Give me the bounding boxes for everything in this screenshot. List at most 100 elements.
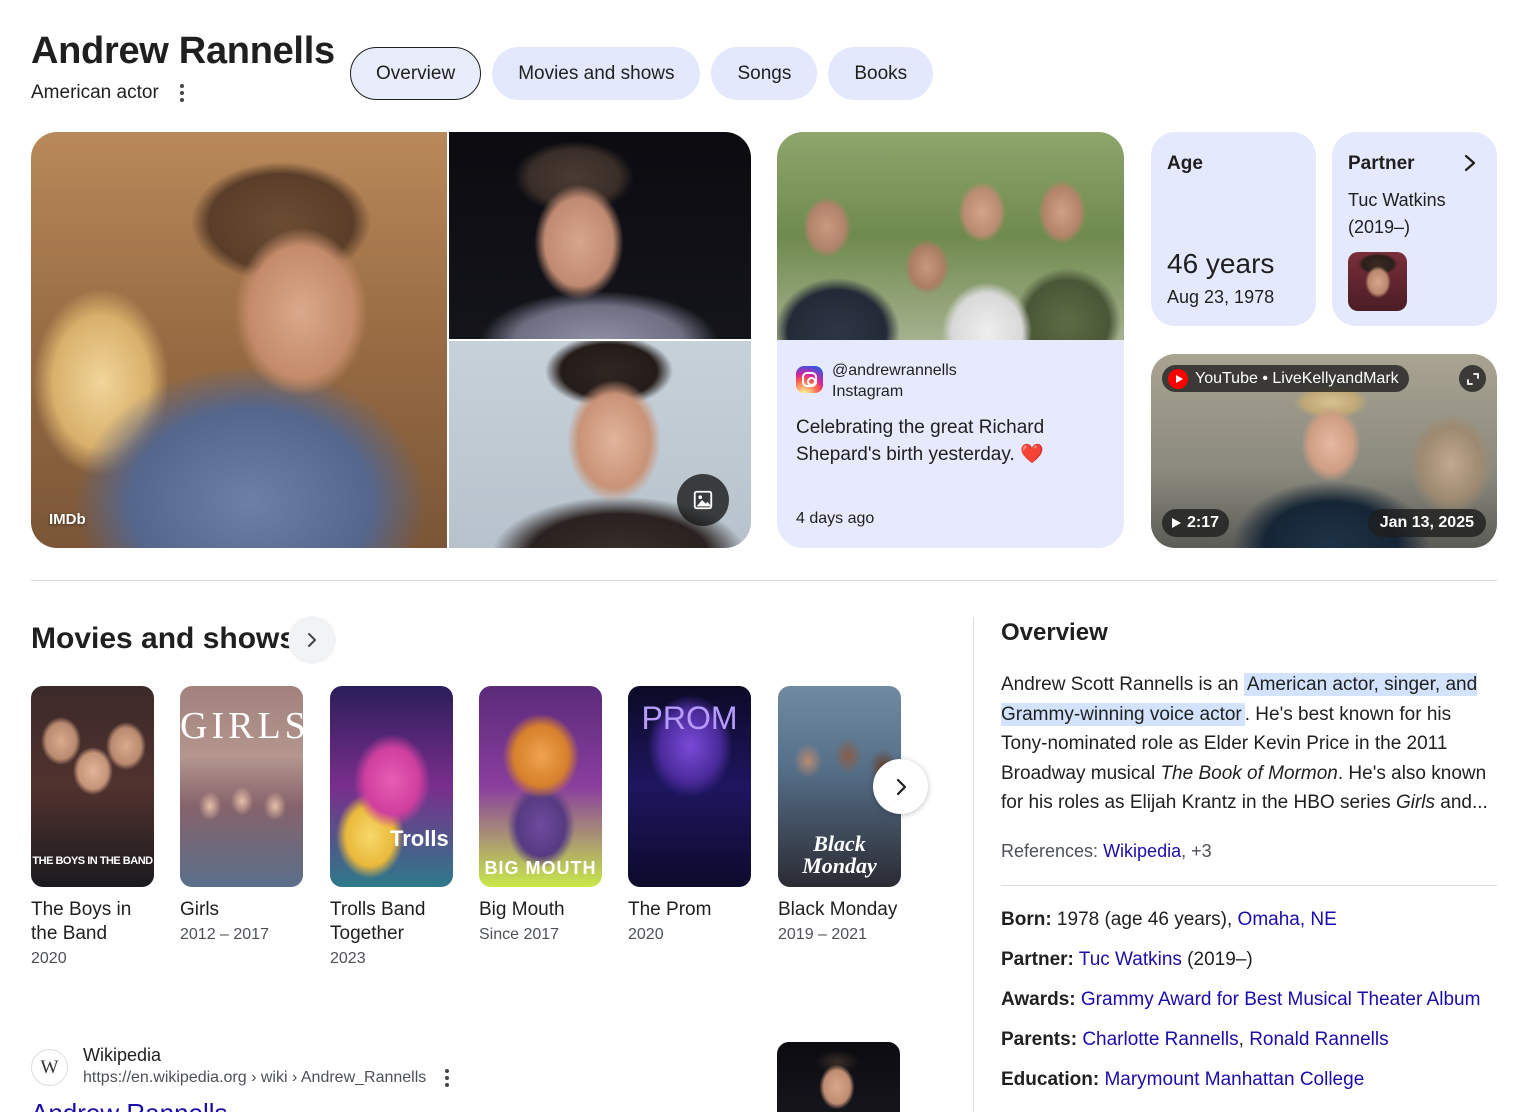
chevron-right-icon: [896, 778, 906, 795]
video-duration: 2:17: [1162, 509, 1230, 537]
fact-link-parent[interactable]: Charlotte Rannells: [1082, 1029, 1238, 1050]
fact-link-parent[interactable]: Ronald Rannells: [1249, 1029, 1388, 1050]
fact-education: Education: Marymount Manhattan College: [1001, 1069, 1364, 1091]
instagram-photo: [777, 132, 1124, 340]
instagram-post-text: Celebrating the great Richard Shepard's …: [796, 417, 1045, 465]
facts-divider: [1001, 885, 1497, 886]
fact-label: Education:: [1001, 1069, 1100, 1090]
movie-item[interactable]: THE BOYS IN THE BAND The Boys in the Ban…: [31, 686, 154, 968]
fact-link-partner[interactable]: Tuc Watkins: [1079, 949, 1182, 970]
movie-year: 2020: [628, 926, 664, 943]
movie-poster: PROM: [628, 686, 751, 887]
fact-parents: Parents: Charlotte Rannells, Ronald Rann…: [1001, 1029, 1389, 1051]
poster-title: Trolls: [390, 826, 449, 851]
fact-awards: Awards: Grammy Award for Best Musical Th…: [1001, 989, 1480, 1011]
expand-button[interactable]: [1459, 365, 1486, 392]
age-card[interactable]: Age 46 years Aug 23, 1978: [1151, 132, 1316, 326]
movie-poster: GIRLS: [180, 686, 303, 887]
tab-movies-and-shows[interactable]: Movies and shows: [492, 47, 701, 100]
movie-item[interactable]: Trolls Trolls Band Together 2023: [330, 686, 453, 968]
movie-item[interactable]: GIRLS Girls 2012 – 2017: [180, 686, 303, 944]
references: References: Wikipedia, +3: [1001, 841, 1212, 862]
partner-name: Tuc Watkins (2019–): [1348, 190, 1446, 237]
references-wikipedia-link[interactable]: Wikipedia: [1103, 841, 1181, 861]
movies-more-button[interactable]: [288, 616, 336, 664]
fact-link-award[interactable]: Grammy Award for Best Musical Theater Al…: [1081, 989, 1481, 1010]
movie-year: 2012 – 2017: [180, 926, 269, 943]
tab-songs[interactable]: Songs: [711, 47, 818, 100]
image-gallery-icon: [693, 490, 713, 510]
movie-year: 2020: [31, 950, 67, 967]
gallery-button[interactable]: [677, 474, 729, 526]
references-label: References:: [1001, 841, 1104, 861]
youtube-icon: [1168, 368, 1188, 389]
result-title-link[interactable]: Andrew Rannells: [31, 1098, 228, 1112]
fact-label: Partner:: [1001, 949, 1074, 970]
overview-title: Overview: [1001, 619, 1108, 646]
wikipedia-result-header[interactable]: W Wikipedia https://en.wikipedia.org › w…: [31, 1044, 452, 1090]
poster-title: GIRLS: [180, 705, 303, 747]
movie-item[interactable]: Black Monday Black Monday 2019 – 2021: [778, 686, 901, 944]
movie-year: 2023: [330, 950, 366, 967]
fact-label: Born:: [1001, 909, 1052, 930]
fact-label: Parents:: [1001, 1029, 1078, 1050]
partner-label: Partner: [1348, 153, 1415, 174]
movie-item[interactable]: PROM The Prom 2020: [628, 686, 751, 944]
fact-label: Awards:: [1001, 989, 1076, 1010]
video-date: Jan 13, 2025: [1367, 509, 1486, 537]
fact-link-birthplace[interactable]: Omaha, NE: [1238, 909, 1337, 930]
overview-italic: Girls: [1395, 792, 1435, 813]
movie-poster: Trolls: [330, 686, 453, 887]
instagram-icon: [796, 366, 823, 393]
result-site-name: Wikipedia: [83, 1045, 162, 1065]
partner-avatar: [1348, 252, 1407, 311]
instagram-post-card[interactable]: @andrewrannells Instagram Celebrating th…: [777, 132, 1124, 548]
fact-value: 1978 (age 46 years),: [1051, 909, 1238, 930]
age-value: 46 years: [1167, 248, 1275, 279]
references-more[interactable]: , +3: [1181, 841, 1212, 861]
movie-year: 2019 – 2021: [778, 926, 867, 943]
birth-date: Aug 23, 1978: [1167, 287, 1275, 307]
partner-card[interactable]: Partner Tuc Watkins (2019–): [1332, 132, 1497, 326]
more-options-icon[interactable]: [177, 84, 187, 102]
movie-title: Girls: [180, 899, 220, 920]
video-duration-text: 2:17: [1187, 514, 1220, 531]
result-options-icon[interactable]: [442, 1069, 452, 1087]
fact-born: Born: 1978 (age 46 years), Omaha, NE: [1001, 909, 1337, 931]
overview-description: Andrew Scott Rannells is an American act…: [1001, 670, 1497, 818]
main-photo[interactable]: IMDb: [31, 132, 447, 548]
age-label: Age: [1167, 153, 1203, 174]
chevron-right-icon: [308, 633, 316, 647]
section-divider: [31, 580, 1497, 581]
expand-icon: [1466, 372, 1479, 385]
result-url: https://en.wikipedia.org › wiki › Andrew…: [83, 1069, 427, 1086]
instagram-post-time: 4 days ago: [796, 510, 875, 527]
movie-title: Trolls Band Together: [330, 899, 426, 944]
carousel-next-button[interactable]: [873, 759, 928, 814]
tab-bar: Overview Movies and shows Songs Books: [350, 47, 934, 100]
image-collage: IMDb: [31, 132, 751, 548]
youtube-channel: YouTube • LiveKellyandMark: [1195, 369, 1399, 387]
tab-books[interactable]: Books: [828, 47, 934, 100]
instagram-source: Instagram: [832, 383, 904, 400]
tab-overview[interactable]: Overview: [350, 47, 482, 100]
fact-separator: ,: [1238, 1029, 1250, 1050]
wikipedia-favicon-icon: W: [31, 1049, 68, 1086]
photo-top[interactable]: [449, 132, 751, 339]
movies-section-title: Movies and shows: [31, 622, 297, 655]
fact-link-education[interactable]: Marymount Manhattan College: [1104, 1069, 1364, 1090]
result-thumbnail[interactable]: [777, 1042, 900, 1112]
poster-title: THE BOYS IN THE BAND: [32, 855, 153, 867]
movie-poster: THE BOYS IN THE BAND: [31, 686, 154, 887]
movie-title: The Boys in the Band: [31, 899, 132, 944]
movie-item[interactable]: BIG MOUTH Big Mouth Since 2017: [479, 686, 602, 944]
subtitle-row: American actor: [31, 82, 187, 104]
movie-title: Big Mouth: [479, 899, 565, 920]
youtube-video-card[interactable]: YouTube • LiveKellyandMark 2:17 Jan 13, …: [1151, 354, 1497, 548]
play-icon: [1172, 518, 1181, 528]
fact-partner: Partner: Tuc Watkins (2019–): [1001, 949, 1253, 971]
poster-title: BIG MOUTH: [484, 858, 597, 878]
photo-bottom[interactable]: [449, 341, 751, 548]
result-url-row: https://en.wikipedia.org › wiki › Andrew…: [83, 1066, 452, 1090]
poster-title: Black Monday: [802, 831, 877, 878]
